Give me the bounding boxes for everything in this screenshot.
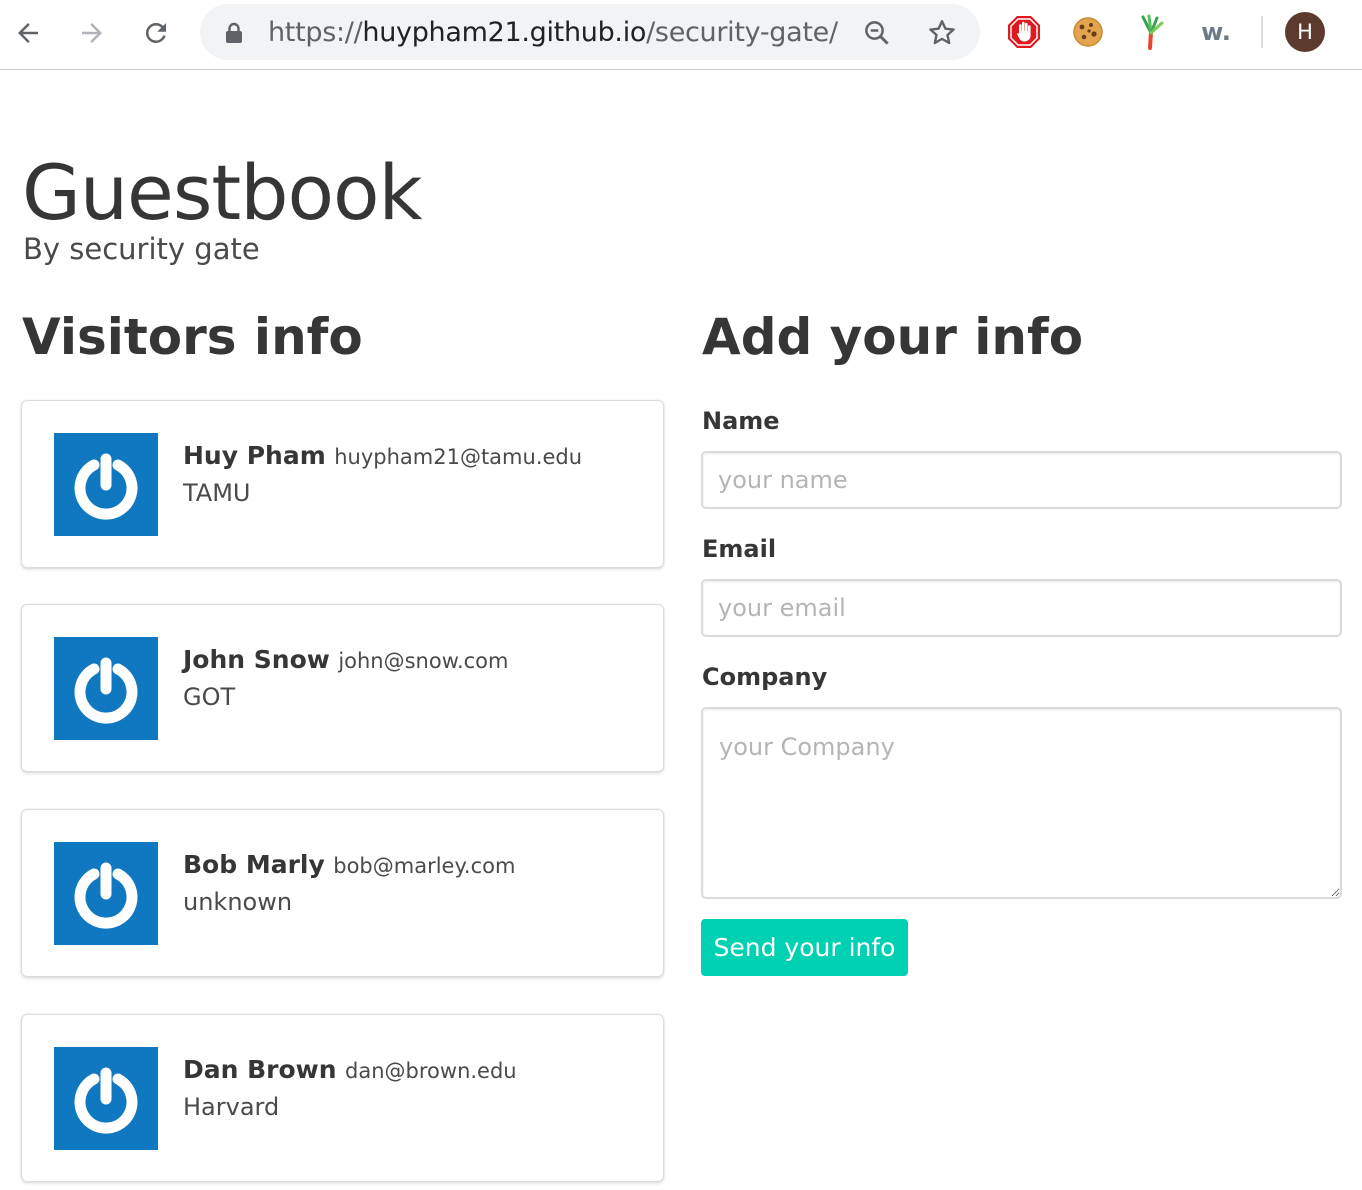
power-icon xyxy=(54,433,158,536)
url-host: huypham21.github.io xyxy=(362,17,647,48)
visitor-card: John Snow john@snow.com GOT xyxy=(21,604,664,772)
forward-arrow-icon[interactable] xyxy=(72,13,112,53)
url-text: https://huypham21.github.io/security-gat… xyxy=(268,17,838,48)
w-icon-label: w. xyxy=(1201,18,1231,46)
stop-hand-icon[interactable] xyxy=(1004,12,1044,52)
visitor-email: dan@brown.edu xyxy=(345,1059,517,1083)
visitors-heading: Visitors info xyxy=(22,308,363,366)
send-info-button[interactable]: Send your info xyxy=(701,919,908,976)
visitor-line: John Snow john@snow.com xyxy=(183,645,509,674)
lock-icon xyxy=(224,22,244,49)
company-textarea[interactable] xyxy=(701,707,1342,899)
power-icon xyxy=(54,842,158,945)
page-title: Guestbook xyxy=(22,148,422,237)
address-bar[interactable]: https://huypham21.github.io/security-gat… xyxy=(200,4,980,60)
power-icon xyxy=(54,1047,158,1150)
profile-initial: H xyxy=(1297,20,1313,44)
name-label: Name xyxy=(702,407,780,435)
visitor-email: huypham21@tamu.edu xyxy=(334,445,583,469)
visitor-name: Dan Brown xyxy=(183,1055,337,1084)
reload-icon[interactable] xyxy=(136,13,176,53)
leek-icon[interactable] xyxy=(1131,12,1171,52)
zoom-icon[interactable] xyxy=(862,18,892,53)
back-arrow-icon[interactable] xyxy=(8,13,48,53)
form-heading: Add your info xyxy=(702,308,1084,366)
visitor-card: Bob Marly bob@marley.com unknown xyxy=(21,809,664,977)
power-icon xyxy=(54,637,158,740)
toolbar-separator xyxy=(1261,16,1263,48)
url-path: /security-gate/ xyxy=(646,17,838,48)
w-icon[interactable]: w. xyxy=(1196,12,1236,52)
visitor-email: bob@marley.com xyxy=(333,854,516,878)
name-input[interactable] xyxy=(701,451,1342,509)
email-label: Email xyxy=(702,535,777,563)
visitor-card: Dan Brown dan@brown.edu Harvard xyxy=(21,1014,664,1182)
cookie-icon[interactable] xyxy=(1068,12,1108,52)
visitor-line: Huy Pham huypham21@tamu.edu xyxy=(183,441,582,470)
visitor-name: John Snow xyxy=(183,645,330,674)
browser-toolbar: https://huypham21.github.io/security-gat… xyxy=(0,0,1362,70)
visitor-name: Huy Pham xyxy=(183,441,326,470)
visitor-email: john@snow.com xyxy=(338,649,509,673)
company-label: Company xyxy=(702,663,828,691)
visitor-company: unknown xyxy=(183,888,293,916)
email-input[interactable] xyxy=(701,579,1342,637)
bookmark-star-icon[interactable] xyxy=(926,17,958,54)
visitor-company: Harvard xyxy=(183,1093,280,1121)
visitor-line: Bob Marly bob@marley.com xyxy=(183,850,515,879)
visitor-company: GOT xyxy=(183,683,236,711)
visitor-name: Bob Marly xyxy=(183,850,325,879)
profile-avatar[interactable]: H xyxy=(1285,12,1325,52)
url-scheme: https:// xyxy=(268,17,363,48)
page-subtitle: By security gate xyxy=(23,232,260,266)
visitor-card: Huy Pham huypham21@tamu.edu TAMU xyxy=(21,400,664,568)
visitor-line: Dan Brown dan@brown.edu xyxy=(183,1055,517,1084)
visitor-company: TAMU xyxy=(183,479,251,507)
